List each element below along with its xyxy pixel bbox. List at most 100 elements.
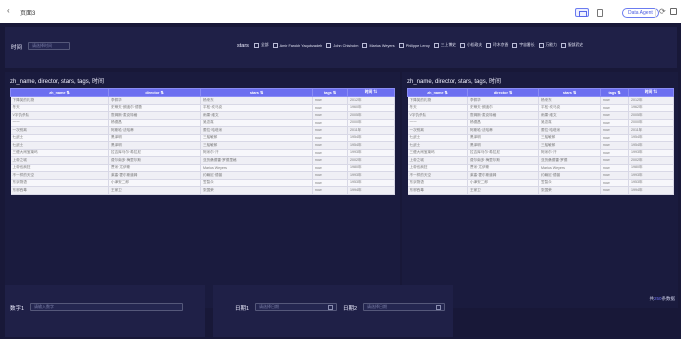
table-row[interactable]: 上帝之城 费尔南多·梅里尔斯 亚历桑德雷·罗德 now 2002年 — [407, 156, 674, 165]
checkbox[interactable] — [272, 43, 278, 48]
table-row[interactable]: 一次别离 阿斯哈·法哈蒂 蕾拉·哈塔米 now 2011年 — [10, 126, 395, 135]
stars-option[interactable]: 全部 — [254, 43, 269, 48]
table-row[interactable]: 东邪西毒 王家卫 张国荣 now 1994年 — [407, 186, 674, 195]
stars-option[interactable]: John Chisholm — [326, 43, 358, 48]
column-header[interactable]: director ⇅ — [467, 88, 539, 97]
table-row[interactable]: 下降英的礼物 李佩华 杨来东 now 2012年 — [407, 96, 674, 105]
table-cell: 詹姆斯·麦克特格 — [467, 111, 539, 120]
table-cell: 雨果·维文 — [538, 111, 601, 120]
date2-input[interactable]: 请选择日期 — [363, 303, 445, 311]
column-header[interactable]: 时间 ⇅ — [628, 88, 674, 97]
stars-option[interactable]: Amir Farokh Yaqubzadeh — [272, 43, 322, 48]
stars-option[interactable]: 宇宙番长 — [512, 43, 535, 48]
number-input[interactable]: 请输入数字 — [30, 303, 183, 311]
table-row[interactable]: 七武士 黑泽明 三船敏郎 now 1954年 — [407, 134, 674, 142]
desktop-view-icon[interactable] — [575, 8, 589, 17]
table-total: 共250条数据 — [649, 296, 675, 301]
checkbox[interactable] — [362, 43, 368, 48]
column-header[interactable]: zh_name ⇅ — [407, 88, 468, 97]
table-row[interactable]: 冬天 史蒂夫·朗迪尔·德鲁 平松·坎马克 now 1960年 — [10, 104, 395, 112]
table-cell: 蕾拉·哈塔米 — [538, 126, 601, 135]
date1-label: 日期1 — [235, 306, 250, 312]
time-input[interactable]: 请选择时间 — [28, 42, 70, 50]
table-cell: now — [312, 164, 348, 172]
column-header[interactable]: zh_name ⇅ — [10, 88, 109, 97]
checkbox[interactable] — [326, 43, 332, 48]
number-filter-card — [5, 285, 205, 337]
table-row[interactable]: 七武士 黑泽明 三船敏郎 now 1954年 — [10, 134, 395, 142]
table-cell: 七武士 — [407, 134, 468, 142]
table-row[interactable]: 三傻大闹宝莱坞 拉吉库马尔·希拉尼 阿米尔·汗 now 1993年 — [407, 149, 674, 157]
table-row[interactable]: V字仇杀队 詹姆斯·麦克特格 雨果·维文 now 2005年 — [407, 111, 674, 120]
table-row[interactable]: 东邪西毒 王家卫 张国荣 now 1994年 — [10, 186, 395, 195]
mobile-view-icon[interactable] — [594, 8, 605, 17]
table-row[interactable]: 不一样的天空 莱塞·霍尔斯道姆 约翰尼·德普 now 1993年 — [407, 171, 674, 180]
table-cell: now — [600, 171, 629, 180]
table-row[interactable]: 一次别离 阿斯哈·法哈蒂 蕾拉·哈塔米 now 2011年 — [407, 126, 674, 135]
table-row[interactable]: 冬天 史蒂夫·朗迪尔 平松·坎马克 now 1962年 — [407, 104, 674, 112]
open-external-icon[interactable] — [670, 8, 677, 15]
date1-input[interactable]: 请选择日期 — [255, 303, 337, 311]
stars-option[interactable]: Philippe Leroy — [398, 43, 430, 48]
table-cell: 平松·坎马克 — [538, 104, 601, 112]
stars-option[interactable]: Marius Weyers — [362, 43, 395, 48]
table-row[interactable]: 上帝也疯狂 贾米·尤伊斯 Marius Weyers now 1980年 — [407, 164, 674, 172]
table-cell: 1954年 — [628, 134, 674, 142]
table-row[interactable]: 上帝也疯狂 贾米·尤伊斯 Marius Weyers now 1980年 — [10, 164, 395, 172]
checkbox[interactable] — [560, 43, 566, 48]
table-row[interactable]: V字仇杀队 詹姆斯·麦克特格 雨果·维文 now 2005年 — [10, 111, 395, 120]
table-row[interactable]: 一一 杨德昌 吴念真 now 2000年 — [10, 119, 395, 127]
table-cell: 杨来东 — [200, 96, 313, 105]
table-row[interactable]: 七武士 黑泽明 三船敏郎 now 1954年 — [10, 141, 395, 150]
column-header[interactable]: director ⇅ — [108, 88, 201, 97]
table-cell: 东京物语 — [10, 179, 109, 187]
table-cell: 杨德昌 — [108, 119, 201, 127]
checkbox[interactable] — [433, 43, 439, 48]
data-agent-button[interactable]: Data Agent — [622, 8, 659, 18]
stars-option-label: 万能力 — [545, 43, 557, 47]
table-row[interactable]: 上帝之城 费尔南多·梅里尔斯 亚历桑德雷·罗德里格 now 2002年 — [10, 156, 395, 165]
table-panel-right: zh_name, director, stars, tags, 时间 zh_na… — [402, 72, 678, 308]
table-cell: 费尔南多·梅里尔斯 — [467, 156, 539, 165]
table-cell: 1994年 — [628, 186, 674, 195]
checkbox[interactable] — [538, 43, 544, 48]
table-row[interactable]: 下降英的礼物 李佩华 杨来东 now 2012年 — [10, 96, 395, 105]
table-row[interactable]: 东京物语 小津安二郎 笠智众 now 1953年 — [10, 179, 395, 187]
table-cell: 1954年 — [347, 134, 395, 142]
calendar-icon — [436, 305, 441, 310]
table-cell: 平松·坎马克 — [200, 104, 313, 112]
table-cell: 冬天 — [407, 104, 468, 112]
back-icon[interactable]: ‹ — [7, 6, 10, 15]
table-cell: 1960年 — [347, 104, 395, 112]
table-row[interactable]: 不一样的天空 莱塞·霍尔斯道姆 约翰尼·德普 now 1993年 — [10, 171, 395, 180]
column-header[interactable]: tags ⇅ — [312, 88, 348, 97]
table-cell: 一一 — [407, 119, 468, 127]
table-cell: V字仇杀队 — [10, 111, 109, 120]
stars-option[interactable]: 三上博史 — [433, 43, 456, 48]
table-row[interactable]: 三傻大闹宝莱坞 拉吉库马尔·希拉尼 阿米尔·汗 now 1993年 — [10, 149, 395, 157]
table-cell: now — [312, 111, 348, 120]
stars-option[interactable]: 小松政夫 — [459, 43, 482, 48]
table-row[interactable]: 七武士 黑泽明 三船敏郎 now 1954年 — [407, 141, 674, 150]
table-cell: 不一样的天空 — [407, 171, 468, 180]
checkbox[interactable] — [459, 43, 465, 48]
column-header[interactable]: stars ⇅ — [538, 88, 601, 97]
stars-option[interactable]: 万能力 — [538, 43, 557, 48]
number-label: 数字1 — [10, 306, 25, 312]
refresh-icon[interactable]: ⟳ — [659, 7, 666, 16]
column-header[interactable]: tags ⇅ — [600, 88, 629, 97]
checkbox[interactable] — [398, 43, 404, 48]
table-cell: now — [312, 171, 348, 180]
data-table-right: zh_name ⇅ director ⇅ stars ⇅ tags ⇅ 时间 ⇅ 下降英… — [407, 88, 674, 195]
checkbox[interactable] — [512, 43, 518, 48]
stars-option[interactable]: 服部武史 — [560, 43, 583, 48]
table-cell: 阿米尔·汗 — [538, 149, 601, 157]
checkbox[interactable] — [254, 43, 259, 48]
column-header[interactable]: 时间 ⇅ — [347, 88, 395, 97]
stars-option[interactable]: 玲木京香 — [486, 43, 508, 48]
table-row[interactable]: 东京物语 小津安二郎 笠智众 now 1953年 — [407, 179, 674, 187]
checkbox[interactable] — [486, 43, 492, 48]
table-row[interactable]: 一一 杨德昌 吴念真 now 2000年 — [407, 119, 674, 127]
column-header[interactable]: stars ⇅ — [200, 88, 313, 97]
table-cell: 笠智众 — [538, 179, 601, 187]
